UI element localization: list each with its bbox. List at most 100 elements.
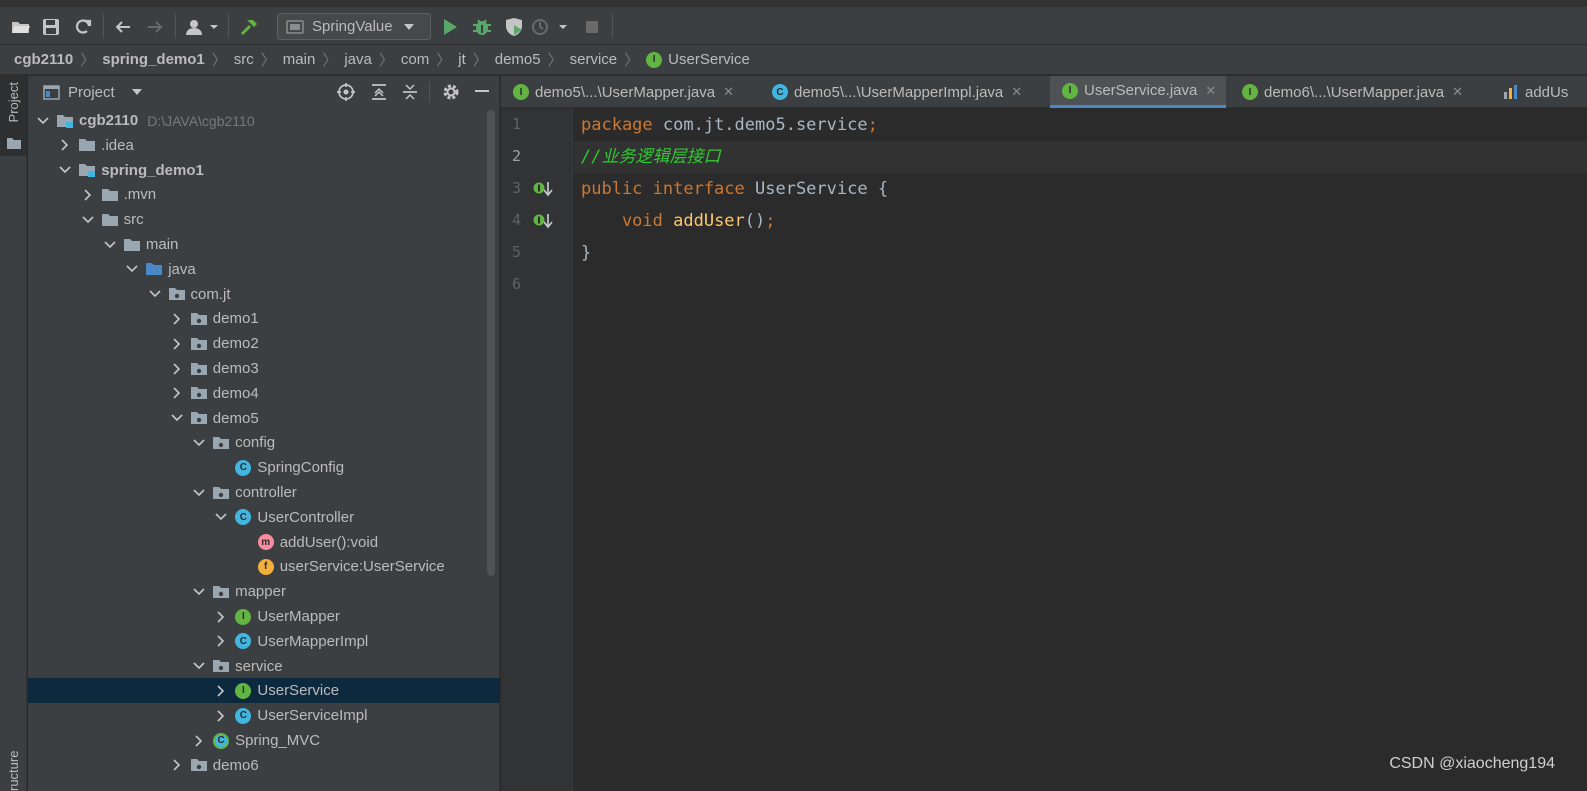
code-token: //业务逻辑层接口 bbox=[581, 147, 721, 167]
run-configuration-select[interactable]: SpringValue bbox=[277, 13, 431, 40]
chevron-right-icon[interactable] bbox=[192, 734, 206, 748]
tree-item[interactable]: demo6 bbox=[28, 753, 500, 778]
chevron-down-icon[interactable] bbox=[192, 659, 206, 673]
sync-icon[interactable] bbox=[70, 14, 96, 40]
expand-all-icon[interactable] bbox=[370, 83, 388, 105]
breadcrumb-item[interactable]: spring_demo1 bbox=[102, 51, 205, 68]
tree-item[interactable]: C Spring_MVC bbox=[28, 728, 500, 753]
close-icon[interactable]: ✕ bbox=[1011, 84, 1022, 100]
tree-item[interactable]: C UserServiceImpl bbox=[28, 703, 500, 728]
chevron-right-icon[interactable] bbox=[170, 312, 184, 326]
tree-item[interactable]: demo5 bbox=[28, 406, 500, 431]
tree-item[interactable]: mapper bbox=[28, 579, 500, 604]
tree-item[interactable]: C SpringConfig bbox=[28, 455, 500, 480]
editor-tab[interactable]: addUs bbox=[1491, 76, 1568, 108]
chevron-down-icon[interactable] bbox=[131, 88, 143, 96]
tree-item[interactable]: .mvn bbox=[28, 182, 500, 207]
save-icon[interactable] bbox=[38, 14, 64, 40]
editor-tab[interactable]: Idemo5\...\UserMapper.java ✕ bbox=[501, 76, 744, 108]
breadcrumb-item[interactable]: cgb2110 bbox=[14, 51, 73, 68]
tree-item[interactable]: demo1 bbox=[28, 306, 500, 331]
chevron-down-icon[interactable] bbox=[214, 510, 228, 524]
chevron-down-icon[interactable] bbox=[125, 262, 139, 276]
tree-item[interactable]: controller bbox=[28, 480, 500, 505]
debug-icon[interactable] bbox=[469, 14, 495, 40]
vcs-user-icon[interactable] bbox=[184, 14, 222, 40]
tree-item[interactable]: main bbox=[28, 232, 500, 257]
implemented-marker-icon[interactable] bbox=[533, 180, 555, 198]
chevron-right-icon[interactable] bbox=[214, 610, 228, 624]
open-folder-icon[interactable] bbox=[8, 14, 34, 40]
chevron-right-icon[interactable] bbox=[214, 634, 228, 648]
navigation-breadcrumb: cgb2110 〉 spring_demo1 〉 src 〉 main 〉 java 〉 … bbox=[0, 45, 1587, 75]
breadcrumb-item[interactable]: demo5 bbox=[495, 51, 541, 68]
minimize-icon[interactable] bbox=[475, 90, 489, 92]
run-icon[interactable] bbox=[437, 14, 463, 40]
code-editor[interactable]: package com.jt.demo5.service; //业务逻辑层接口 pu… bbox=[574, 109, 1587, 791]
chevron-right-icon[interactable] bbox=[170, 362, 184, 376]
close-icon[interactable]: ✕ bbox=[1205, 83, 1216, 99]
chevron-down-icon[interactable] bbox=[103, 238, 117, 252]
chevron-right-icon[interactable] bbox=[214, 709, 228, 723]
tree-item[interactable]: C UserController bbox=[28, 505, 500, 530]
breadcrumb-item[interactable]: com bbox=[401, 51, 429, 68]
tree-item[interactable]: service bbox=[28, 654, 500, 679]
chevron-right-icon[interactable] bbox=[170, 386, 184, 400]
breadcrumb-item[interactable]: main bbox=[283, 51, 316, 68]
editor-tab[interactable]: Cdemo5\...\UserMapperImpl.java ✕ bbox=[760, 76, 1032, 108]
editor-tab[interactable]: I UserService.java ✕ bbox=[1050, 76, 1227, 108]
structure-tool-tab[interactable]: ructure bbox=[6, 729, 21, 791]
tree-item[interactable]: src bbox=[28, 207, 500, 232]
chevron-down-icon[interactable] bbox=[192, 585, 206, 599]
breadcrumb-item[interactable]: src bbox=[234, 51, 254, 68]
tree-item[interactable]: spring_demo1 bbox=[28, 158, 500, 183]
breadcrumb-item[interactable]: service bbox=[570, 51, 618, 68]
build-hammer-icon[interactable] bbox=[236, 14, 262, 40]
chevron-right-icon[interactable] bbox=[170, 758, 184, 772]
project-view-title[interactable]: Project bbox=[68, 84, 115, 101]
locate-file-icon[interactable] bbox=[337, 83, 355, 105]
tree-item[interactable]: m addUser():void bbox=[28, 530, 500, 555]
tree-item[interactable]: com.jt bbox=[28, 282, 500, 307]
chevron-down-icon[interactable] bbox=[58, 163, 72, 177]
coverage-icon[interactable] bbox=[501, 14, 527, 40]
chevron-down-icon[interactable] bbox=[192, 436, 206, 450]
tree-item[interactable]: I UserService bbox=[28, 678, 500, 704]
code-line: public interface UserService { bbox=[581, 173, 888, 205]
back-icon[interactable] bbox=[110, 14, 136, 40]
breadcrumb-item-current[interactable]: I UserService bbox=[646, 51, 750, 68]
close-icon[interactable]: ✕ bbox=[1452, 84, 1463, 100]
chevron-down-icon[interactable] bbox=[170, 411, 184, 425]
breadcrumb-item[interactable]: java bbox=[344, 51, 372, 68]
profile-icon[interactable] bbox=[531, 14, 571, 40]
project-tool-tab[interactable]: Project bbox=[0, 76, 27, 156]
editor-tab[interactable]: Idemo6\...\UserMapper.java ✕ bbox=[1230, 76, 1473, 108]
line-number: 4 bbox=[511, 211, 521, 229]
tree-item[interactable]: demo2 bbox=[28, 331, 500, 356]
stop-icon[interactable] bbox=[579, 14, 605, 40]
tree-item[interactable]: demo3 bbox=[28, 356, 500, 381]
tree-item[interactable]: java bbox=[28, 257, 500, 282]
tree-scrollbar[interactable] bbox=[487, 110, 495, 576]
forward-icon[interactable] bbox=[142, 14, 168, 40]
tree-item[interactable]: cgb2110 D:\JAVA\cgb2110 bbox=[28, 108, 500, 133]
tree-item[interactable]: config bbox=[28, 430, 500, 455]
chevron-right-icon[interactable] bbox=[81, 188, 95, 202]
close-icon[interactable]: ✕ bbox=[723, 84, 734, 100]
collapse-all-icon[interactable] bbox=[401, 83, 419, 105]
chevron-right-icon[interactable] bbox=[170, 337, 184, 351]
breadcrumb-item[interactable]: jt bbox=[458, 51, 466, 68]
chevron-down-icon[interactable] bbox=[148, 287, 162, 301]
chevron-right-icon[interactable] bbox=[58, 138, 72, 152]
chevron-down-icon[interactable] bbox=[36, 114, 50, 128]
chevron-down-icon[interactable] bbox=[81, 213, 95, 227]
gear-icon[interactable] bbox=[442, 83, 460, 105]
tree-item[interactable]: C UserMapperImpl bbox=[28, 629, 500, 654]
chevron-down-icon[interactable] bbox=[192, 486, 206, 500]
tree-item[interactable]: I UserMapper bbox=[28, 604, 500, 629]
implemented-marker-icon[interactable] bbox=[533, 212, 555, 230]
tree-item[interactable]: demo4 bbox=[28, 381, 500, 406]
tree-item[interactable]: f userService:UserService bbox=[28, 554, 500, 579]
chevron-right-icon[interactable] bbox=[214, 684, 228, 698]
tree-item[interactable]: .idea bbox=[28, 133, 500, 158]
